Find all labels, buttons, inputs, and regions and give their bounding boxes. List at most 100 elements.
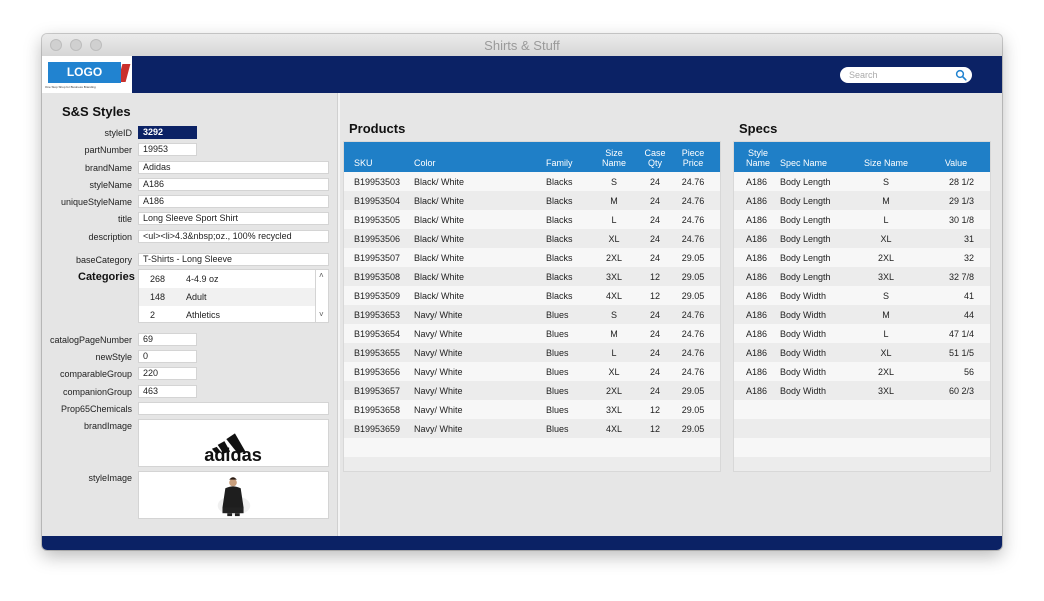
size-cell: 2XL <box>877 253 894 263</box>
style-image-label: styleImage <box>88 473 132 483</box>
table-row[interactable]: A186 Body Width XL 51 1/5 <box>734 343 990 362</box>
color-cell: Black/ White <box>414 196 465 206</box>
category-id: 148 <box>150 292 166 302</box>
table-row[interactable]: B19953658 Navy/ White Blues 3XL 12 29.05 <box>344 400 720 419</box>
table-row[interactable]: B19953656 Navy/ White Blues XL 24 24.76 <box>344 362 720 381</box>
specs-table-header: Style Name Spec Name Size Name Value <box>734 142 990 172</box>
categories-list[interactable]: 268 4-4.9 oz 148 Adult 2 Athletics ˄ ˅ <box>138 269 329 323</box>
table-row[interactable]: A186 Body Length L 30 1/8 <box>734 210 990 229</box>
sku-cell: B19953503 <box>354 177 401 187</box>
description-label: description <box>88 232 132 242</box>
sku-cell: B19953506 <box>354 234 401 244</box>
spec-name-cell: Body Width <box>780 291 827 301</box>
size-cell: XL <box>608 367 620 377</box>
size-cell: L <box>883 329 889 339</box>
table-row[interactable]: B19953506 Black/ White Blacks XL 24 24.76 <box>344 229 720 248</box>
catalog-page-number-field[interactable]: 69 <box>138 333 197 346</box>
table-row[interactable]: B19953508 Black/ White Blacks 3XL 12 29.05 <box>344 267 720 286</box>
family-cell: Blacks <box>546 253 573 263</box>
table-row[interactable]: A186 Body Width L 47 1/4 <box>734 324 990 343</box>
table-row[interactable]: A186 Body Length S 28 1/2 <box>734 172 990 191</box>
color-column-header[interactable]: Color <box>414 158 436 168</box>
comparable-group-field[interactable]: 220 <box>138 367 197 380</box>
size-name-column-header[interactable]: Size Name <box>856 158 916 168</box>
search-icon[interactable] <box>955 69 967 81</box>
products-table-header: SKU Color Family Size Name Case Qty Piec… <box>344 142 720 172</box>
app-footer <box>42 536 1002 550</box>
sku-cell: B19953653 <box>354 310 401 320</box>
table-row[interactable]: A186 Body Width 2XL 56 <box>734 362 990 381</box>
table-row[interactable]: B19953504 Black/ White Blacks M 24 24.76 <box>344 191 720 210</box>
price-cell: 29.05 <box>681 424 705 434</box>
list-item[interactable]: 268 4-4.9 oz <box>139 270 317 288</box>
specs-title: Specs <box>739 121 778 136</box>
table-row[interactable]: B19953654 Navy/ White Blues M 24 24.76 <box>344 324 720 343</box>
value-column-header[interactable]: Value <box>934 158 978 168</box>
sku-column-header[interactable]: SKU <box>354 158 373 168</box>
table-row[interactable]: A186 Body Width M 44 <box>734 305 990 324</box>
color-cell: Black/ White <box>414 253 465 263</box>
spec-name-column-header[interactable]: Spec Name <box>780 158 827 168</box>
family-column-header[interactable]: Family <box>546 158 573 168</box>
qty-cell: 12 <box>649 272 660 282</box>
logo[interactable]: LOGO One Stop Shop for Business Branding <box>42 56 132 93</box>
table-row[interactable]: B19953659 Navy/ White Blues 4XL 12 29.05 <box>344 419 720 438</box>
table-row[interactable]: B19953509 Black/ White Blacks 4XL 12 29.05 <box>344 286 720 305</box>
qty-cell: 24 <box>649 386 660 396</box>
size-cell: 3XL <box>605 405 622 415</box>
spec-name-cell: Body Width <box>780 386 827 396</box>
list-item[interactable]: 2 Athletics <box>139 306 317 322</box>
part-number-field[interactable]: 19953 <box>138 143 197 156</box>
table-row[interactable]: B19953507 Black/ White Blacks 2XL 24 29.05 <box>344 248 720 267</box>
style-name-column-header[interactable]: Style Name <box>738 148 778 168</box>
chevron-up-icon[interactable]: ˄ <box>319 271 324 280</box>
categories-scrollbar[interactable]: ˄ ˅ <box>315 270 328 322</box>
style-id-field[interactable]: 3292 <box>138 126 197 139</box>
value-cell: 29 1/3 <box>948 196 974 206</box>
table-row[interactable]: A186 Body Width S 41 <box>734 286 990 305</box>
table-row[interactable]: B19953655 Navy/ White Blues L 24 24.76 <box>344 343 720 362</box>
size-cell: XL <box>880 234 892 244</box>
table-row[interactable]: A186 Body Length 2XL 32 <box>734 248 990 267</box>
title-field[interactable]: Long Sleeve Sport Shirt <box>138 212 329 225</box>
qty-cell: 12 <box>649 405 660 415</box>
list-item[interactable]: 148 Adult <box>139 288 317 306</box>
value-cell: 30 1/8 <box>948 215 974 225</box>
companion-group-field[interactable]: 463 <box>138 385 197 398</box>
base-category-field[interactable]: T-Shirts - Long Sleeve <box>138 253 329 266</box>
table-row[interactable]: A186 Body Length 3XL 32 7/8 <box>734 267 990 286</box>
color-cell: Black/ White <box>414 177 465 187</box>
table-row[interactable]: A186 Body Length XL 31 <box>734 229 990 248</box>
price-cell: 24.76 <box>681 215 705 225</box>
search-box[interactable] <box>840 67 972 83</box>
style-cell: A186 <box>746 367 768 377</box>
table-row[interactable]: B19953657 Navy/ White Blues 2XL 24 29.05 <box>344 381 720 400</box>
piece-price-column-header[interactable]: Piece Price <box>675 148 711 168</box>
table-row[interactable]: B19953503 Black/ White Blacks S 24 24.76 <box>344 172 720 191</box>
prop65-chemicals-field[interactable] <box>138 402 329 415</box>
size-cell: 2XL <box>605 386 622 396</box>
price-cell: 29.05 <box>681 291 705 301</box>
chevron-down-icon[interactable]: ˅ <box>319 310 324 319</box>
description-field[interactable]: <ul><li>4.3&nbsp;oz., 100% recycled <box>138 230 329 243</box>
table-row[interactable]: A186 Body Width 3XL 60 2/3 <box>734 381 990 400</box>
style-name-field[interactable]: A186 <box>138 178 329 191</box>
style-cell: A186 <box>746 386 768 396</box>
new-style-field[interactable]: 0 <box>138 350 197 363</box>
size-cell: M <box>882 310 890 320</box>
qty-cell: 24 <box>649 196 660 206</box>
size-cell: 4XL <box>605 424 622 434</box>
table-row[interactable]: B19953653 Navy/ White Blues S 24 24.76 <box>344 305 720 324</box>
brand-name-field[interactable]: Adidas <box>138 161 329 174</box>
table-row[interactable]: B19953505 Black/ White Blacks L 24 24.76 <box>344 210 720 229</box>
color-cell: Black/ White <box>414 272 465 282</box>
case-qty-column-header[interactable]: Case Qty <box>638 148 672 168</box>
size-name-column-header[interactable]: Size Name <box>596 148 632 168</box>
unique-style-name-field[interactable]: A186 <box>138 195 329 208</box>
table-row[interactable]: A186 Body Length M 29 1/3 <box>734 191 990 210</box>
search-input[interactable] <box>849 68 949 81</box>
value-cell: 31 <box>963 234 974 244</box>
size-cell: 3XL <box>605 272 622 282</box>
size-cell: L <box>611 348 617 358</box>
table-row <box>344 438 720 457</box>
